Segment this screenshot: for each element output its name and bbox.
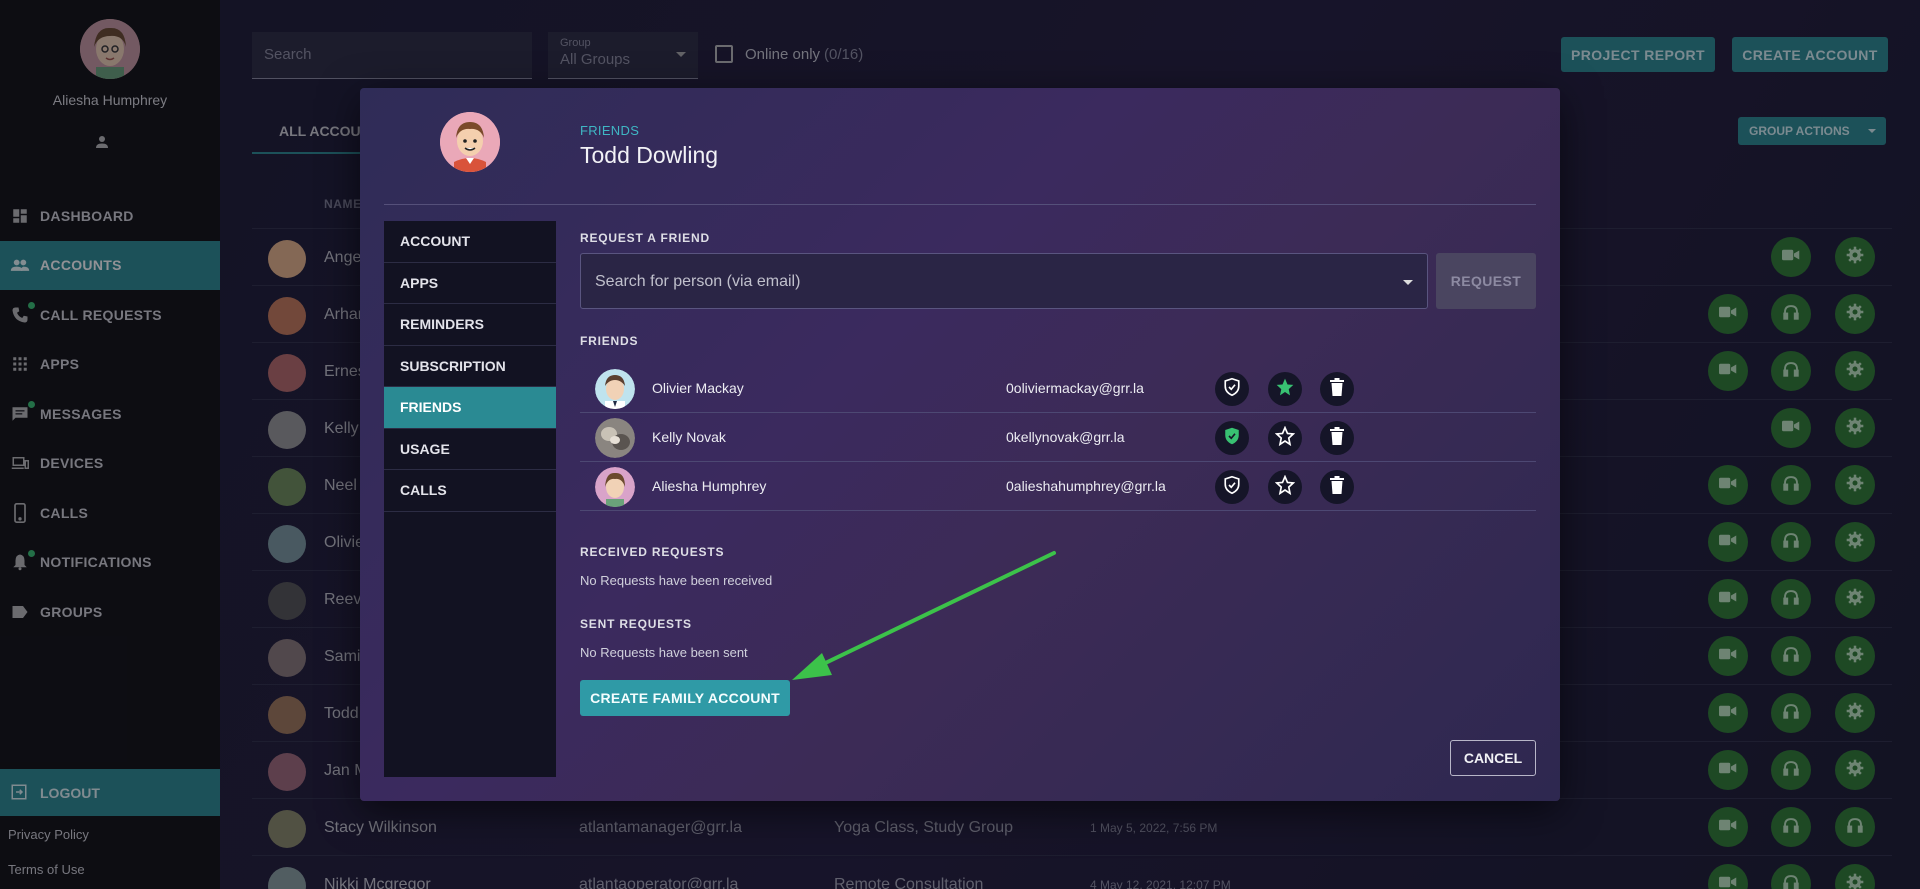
dialog-person-name: Todd Dowling	[580, 142, 719, 168]
dialog-menu-apps[interactable]: APPS	[384, 263, 556, 304]
friend-row: Olivier Mackay 0oliviermackay@grr.la	[580, 364, 1536, 413]
friend-avatar	[595, 467, 635, 507]
dialog-menu-account[interactable]: ACCOUNT	[384, 221, 556, 263]
shield-check-button[interactable]	[1215, 421, 1249, 455]
friend-name: Aliesha Humphrey	[652, 478, 767, 494]
friend-avatar	[595, 369, 635, 409]
dialog-menu-friends[interactable]: FRIENDS	[384, 387, 556, 429]
chevron-down-icon	[1403, 280, 1413, 285]
friend-row: Kelly Novak 0kellynovak@grr.la	[580, 413, 1536, 462]
trash-icon	[1330, 377, 1344, 401]
request-friend-heading: REQUEST A FRIEND	[580, 231, 710, 245]
sent-requests-heading: SENT REQUESTS	[580, 617, 692, 631]
request-button[interactable]: REQUEST	[1436, 253, 1536, 309]
friend-row: Aliesha Humphrey 0alieshahumphrey@grr.la	[580, 462, 1536, 511]
shield-outline-icon	[1223, 377, 1241, 402]
person-avatar	[440, 112, 500, 172]
friend-search-input[interactable]: Search for person (via email)	[580, 253, 1428, 309]
delete-button[interactable]	[1320, 372, 1354, 406]
dialog-menu-reminders[interactable]: REMINDERS	[384, 304, 556, 346]
cancel-button[interactable]: CANCEL	[1450, 740, 1536, 776]
star-button[interactable]	[1268, 421, 1302, 455]
friends-dialog: FRIENDS Todd Dowling ACCOUNT APPS REMIND…	[360, 88, 1560, 801]
star-button[interactable]	[1268, 372, 1302, 406]
friend-name: Kelly Novak	[652, 429, 726, 445]
friends-heading: FRIENDS	[580, 334, 639, 348]
shield-outline-button[interactable]	[1215, 470, 1249, 504]
friend-search-placeholder: Search for person (via email)	[595, 273, 801, 290]
received-requests-note: No Requests have been received	[580, 573, 773, 588]
delete-button[interactable]	[1320, 421, 1354, 455]
friend-email: 0oliviermackay@grr.la	[1006, 380, 1144, 396]
friend-email: 0kellynovak@grr.la	[1006, 429, 1125, 445]
sent-requests-note: No Requests have been sent	[580, 645, 748, 660]
shield-check-filled-icon	[1223, 426, 1241, 451]
friend-email: 0alieshahumphrey@grr.la	[1006, 478, 1166, 494]
friend-name: Olivier Mackay	[652, 380, 744, 396]
divider	[384, 204, 1536, 205]
delete-button[interactable]	[1320, 470, 1354, 504]
star-filled-icon	[1275, 377, 1295, 402]
dialog-menu-usage[interactable]: USAGE	[384, 429, 556, 470]
trash-icon	[1330, 426, 1344, 450]
star-outline-icon	[1274, 474, 1296, 500]
create-family-account-button[interactable]: CREATE FAMILY ACCOUNT	[580, 680, 790, 716]
received-requests-heading: RECEIVED REQUESTS	[580, 545, 725, 559]
friend-avatar	[595, 418, 635, 458]
star-outline-icon	[1274, 425, 1296, 451]
dialog-section-label: FRIENDS	[580, 123, 640, 138]
star-button[interactable]	[1268, 470, 1302, 504]
trash-icon	[1330, 475, 1344, 499]
shield-outline-icon	[1223, 475, 1241, 500]
dialog-menu-calls[interactable]: CALLS	[384, 470, 556, 512]
dialog-menu: ACCOUNT APPS REMINDERS SUBSCRIPTION FRIE…	[384, 221, 556, 777]
dialog-menu-subscription[interactable]: SUBSCRIPTION	[384, 346, 556, 387]
shield-outline-button[interactable]	[1215, 372, 1249, 406]
